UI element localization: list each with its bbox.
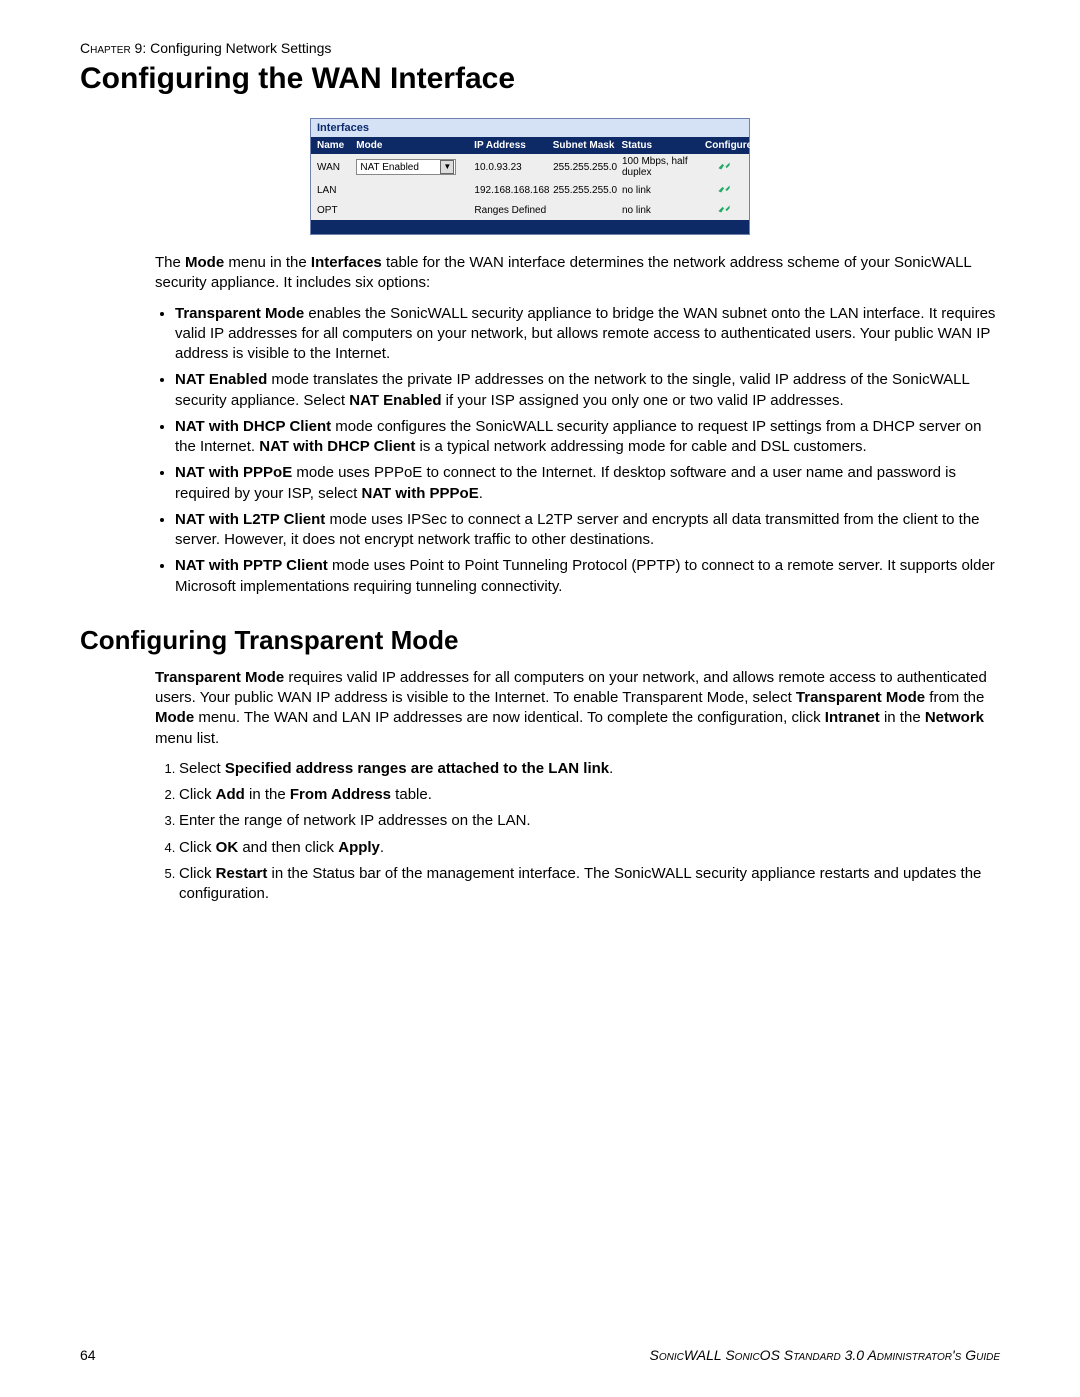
col-mask: Subnet Mask (553, 140, 622, 151)
table-row: OPT Ranges Defined no link (311, 200, 749, 220)
col-status: Status (622, 140, 706, 151)
col-name: Name (317, 140, 356, 151)
list-item: Select Specified address ranges are atta… (179, 759, 1000, 779)
cell-mask: 255.255.255.0 (553, 185, 622, 196)
list-item: NAT with DHCP Client mode configures the… (175, 417, 1000, 458)
page-number: 64 (80, 1347, 96, 1363)
cell-ip: Ranges Defined (474, 205, 553, 216)
col-configure: Configure (705, 140, 743, 151)
cell-status: no link (622, 205, 706, 216)
mode-dropdown-value: NAT Enabled (360, 162, 419, 173)
cell-name: OPT (317, 205, 356, 216)
transparent-mode-paragraph: Transparent Mode requires valid IP addre… (155, 668, 1000, 749)
configure-icon[interactable] (717, 206, 731, 217)
cell-status: 100 Mbps, half duplex (622, 156, 706, 178)
col-mode: Mode (356, 140, 474, 151)
configure-icon[interactable] (717, 163, 731, 174)
list-item: Click Restart in the Status bar of the m… (179, 864, 1000, 905)
cell-status: no link (622, 185, 706, 196)
guide-title: SonicWALL SonicOS Standard 3.0 Administr… (650, 1347, 1001, 1363)
table-footer-stripe (311, 220, 749, 234)
page-title: Configuring the WAN Interface (80, 62, 1000, 96)
mode-dropdown[interactable]: NAT Enabled ▼ (356, 159, 456, 175)
interfaces-screenshot: Interfaces Name Mode IP Address Subnet M… (310, 118, 750, 235)
steps-list: Select Specified address ranges are atta… (155, 759, 1000, 905)
list-item: Click OK and then click Apply. (179, 838, 1000, 858)
mode-options-list: Transparent Mode enables the SonicWALL s… (155, 304, 1000, 597)
chapter-label: Chapter (80, 40, 131, 56)
interfaces-header-row: Name Mode IP Address Subnet Mask Status … (311, 137, 749, 154)
list-item: NAT with L2TP Client mode uses IPSec to … (175, 510, 1000, 551)
list-item: NAT with PPTP Client mode uses Point to … (175, 556, 1000, 597)
chapter-header: Chapter 9: Configuring Network Settings (80, 40, 1000, 56)
list-item: Transparent Mode enables the SonicWALL s… (175, 304, 1000, 365)
cell-name: LAN (317, 185, 356, 196)
chapter-text: 9: Configuring Network Settings (131, 40, 332, 56)
cell-name: WAN (317, 162, 356, 173)
cell-ip: 192.168.168.168 (474, 185, 553, 196)
cell-ip: 10.0.93.23 (474, 162, 553, 173)
col-ip: IP Address (474, 140, 553, 151)
table-row: WAN NAT Enabled ▼ 10.0.93.23 255.255.255… (311, 154, 749, 180)
cell-mask: 255.255.255.0 (553, 162, 622, 173)
table-row: LAN 192.168.168.168 255.255.255.0 no lin… (311, 180, 749, 200)
list-item: Enter the range of network IP addresses … (179, 811, 1000, 831)
page-footer: 64 SonicWALL SonicOS Standard 3.0 Admini… (80, 1347, 1000, 1363)
configure-icon[interactable] (717, 186, 731, 197)
list-item: NAT Enabled mode translates the private … (175, 370, 1000, 411)
section-heading: Configuring Transparent Mode (80, 625, 1000, 656)
list-item: Click Add in the From Address table. (179, 785, 1000, 805)
list-item: NAT with PPPoE mode uses PPPoE to connec… (175, 463, 1000, 504)
interfaces-panel-title: Interfaces (311, 119, 749, 137)
chevron-down-icon: ▼ (440, 160, 454, 174)
intro-paragraph: The Mode menu in the Interfaces table fo… (155, 253, 1000, 294)
